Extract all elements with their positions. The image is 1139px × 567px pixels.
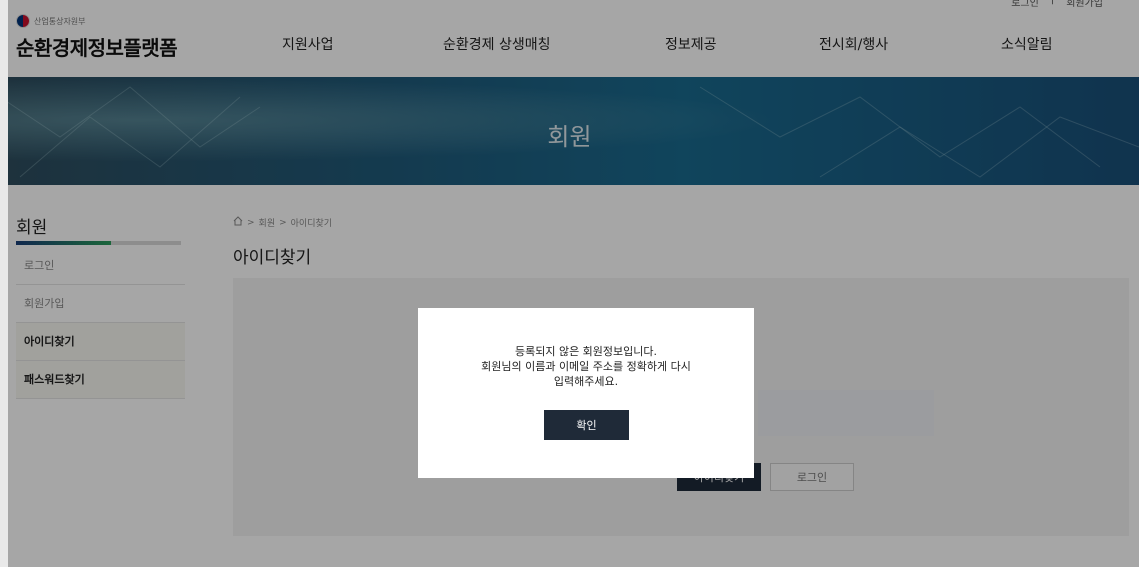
alert-message-line: 회원님의 이름과 이메일 주소를 정확하게 다시	[481, 360, 691, 373]
page-left-edge	[0, 0, 8, 567]
alert-message-line: 등록되지 않은 회원정보입니다.	[514, 345, 658, 358]
alert-message-line: 입력해주세요.	[553, 375, 619, 388]
modal-overlay[interactable]	[0, 0, 1139, 567]
confirm-button[interactable]: 확인	[544, 410, 629, 440]
alert-dialog: 등록되지 않은 회원정보입니다. 회원님의 이름과 이메일 주소를 정확하게 다…	[418, 308, 754, 478]
alert-message: 등록되지 않은 회원정보입니다. 회원님의 이름과 이메일 주소를 정확하게 다…	[418, 344, 754, 389]
